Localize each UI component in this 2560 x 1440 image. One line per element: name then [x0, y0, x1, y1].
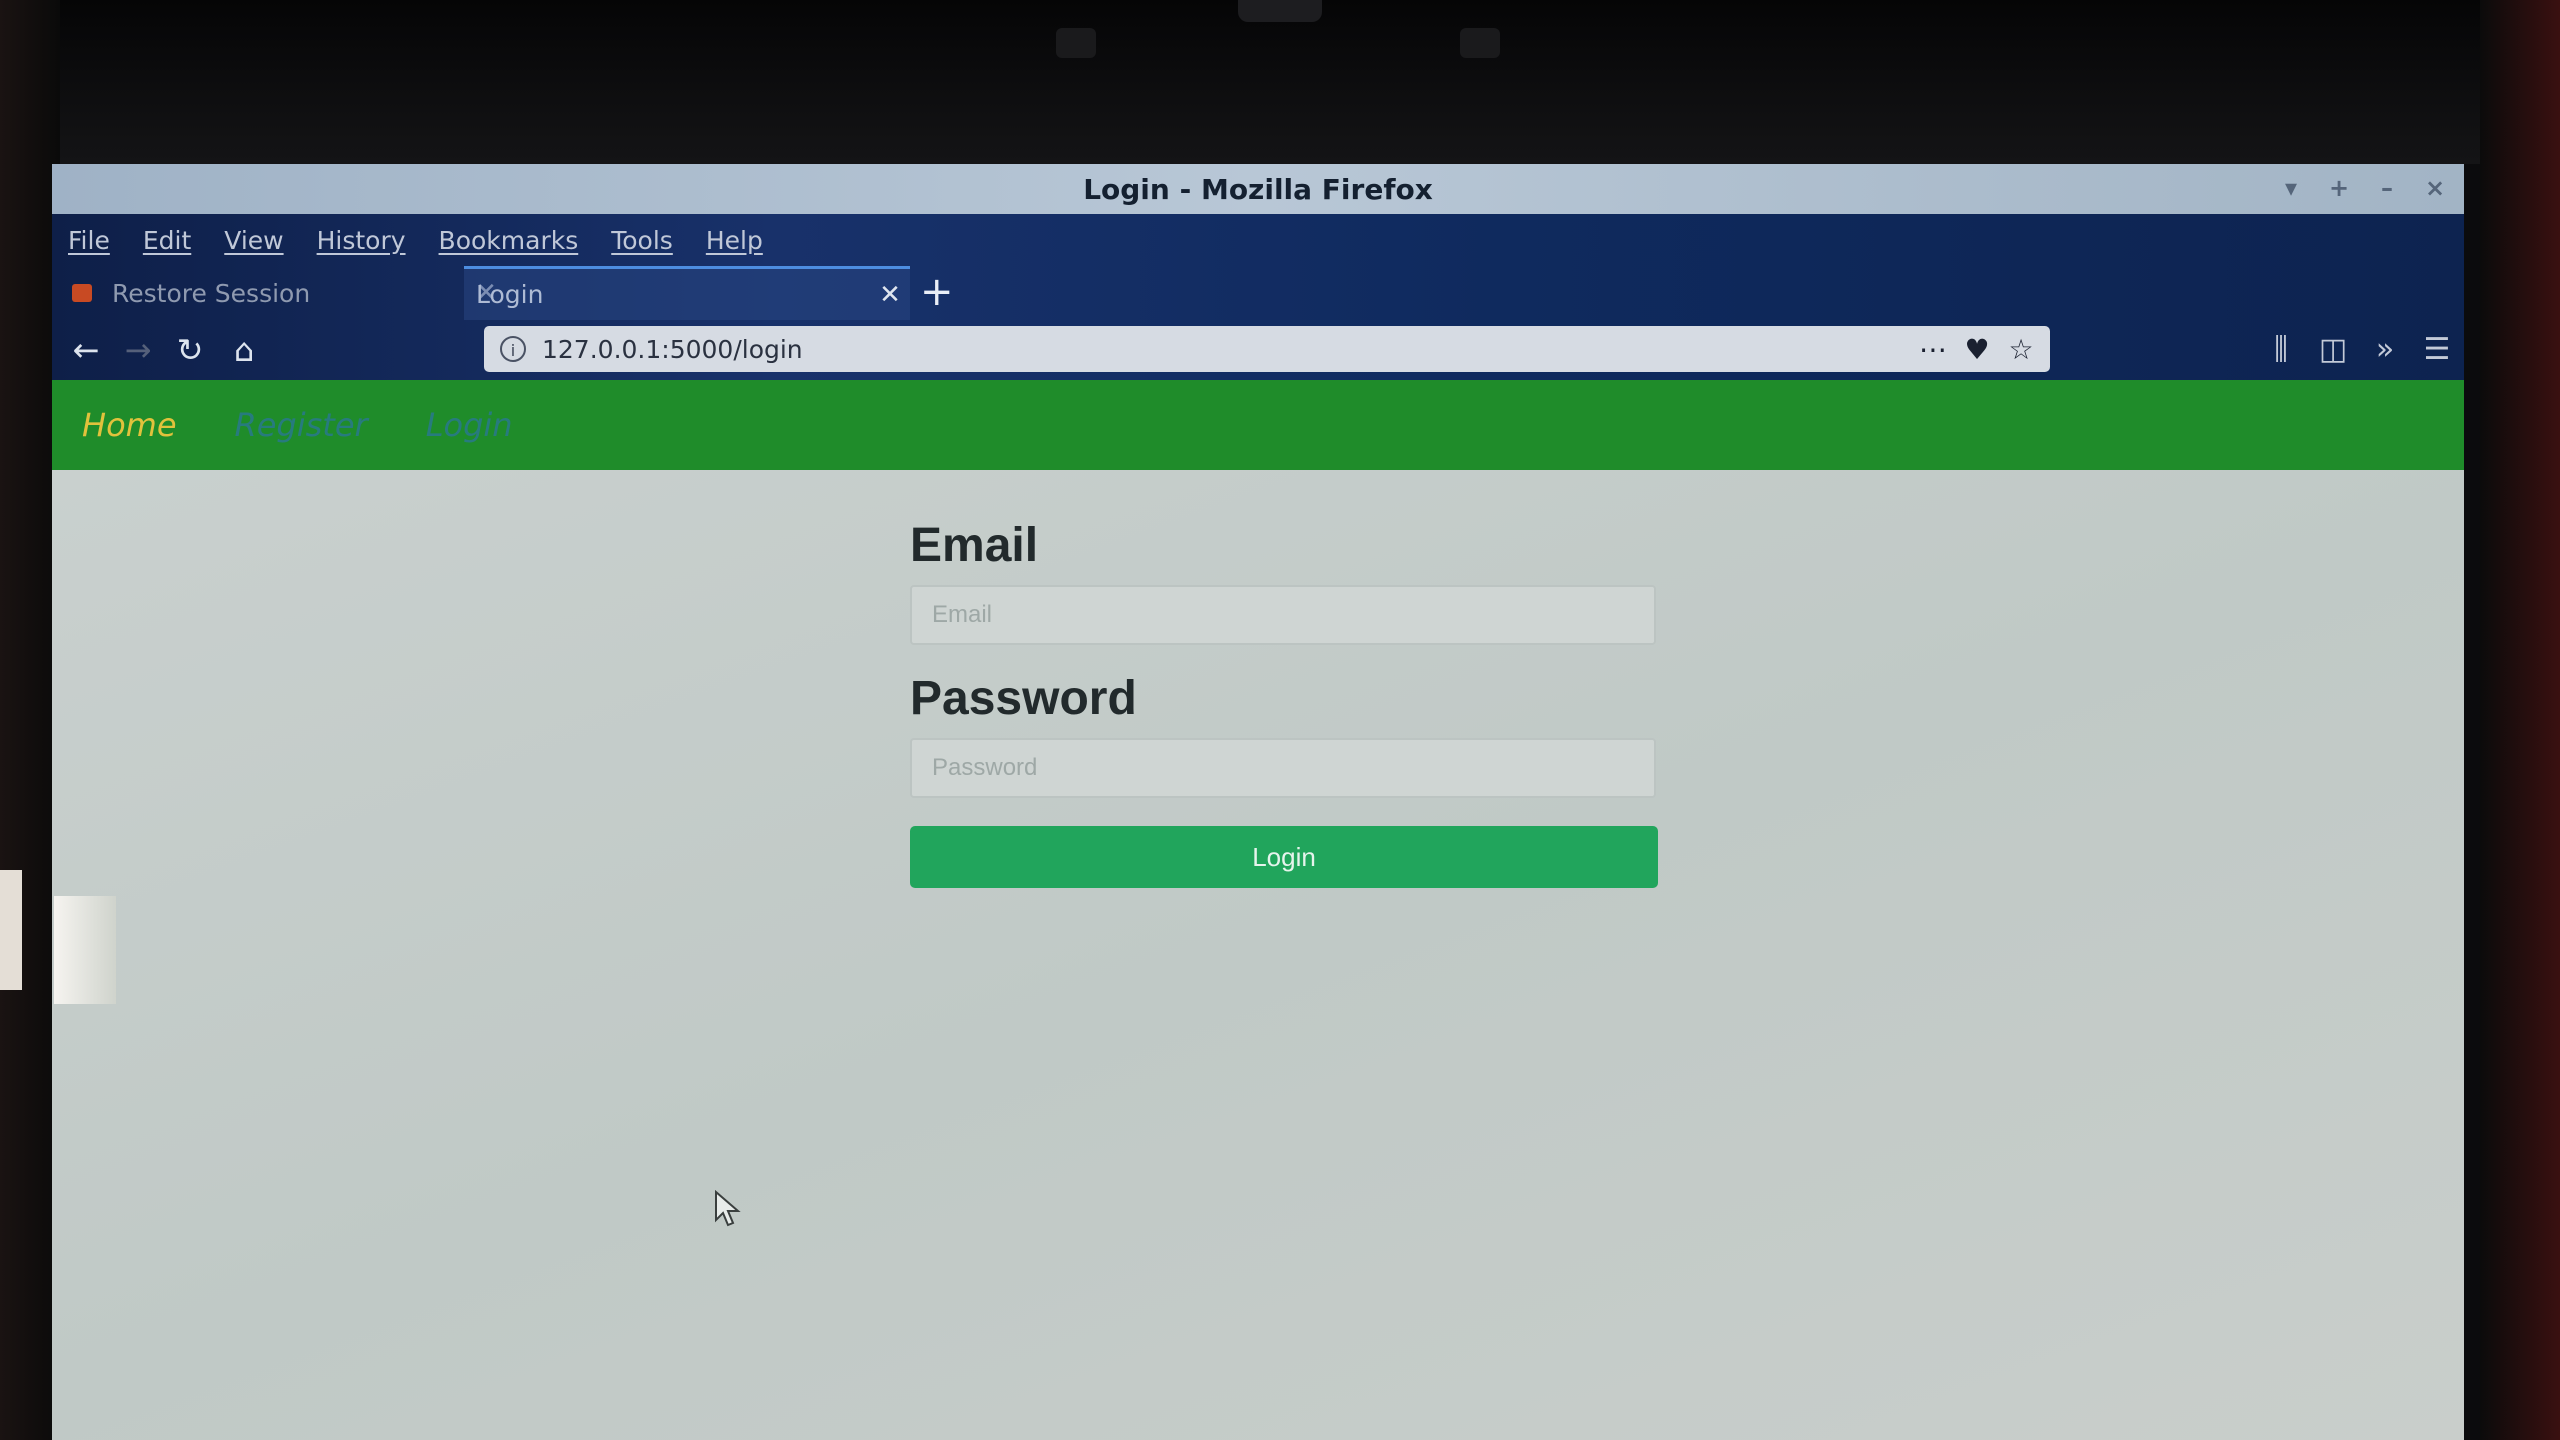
tab-label: Login	[476, 280, 544, 309]
reload-icon[interactable]: ↻	[168, 328, 212, 372]
pocket-icon[interactable]: ♥	[1962, 333, 1992, 366]
monitor-bezel-top	[0, 0, 2560, 164]
menu-bookmarks[interactable]: Bookmarks	[439, 226, 579, 255]
overflow-icon[interactable]: »	[2366, 328, 2404, 372]
password-field[interactable]	[910, 738, 1656, 798]
menu-tools[interactable]: Tools	[611, 226, 673, 255]
menu-help[interactable]: Help	[706, 226, 763, 255]
navigation-toolbar: ← → ↻ ⌂ i 127.0.0.1:5000/login ⋯ ♥ ☆ ⫼ ◫…	[52, 320, 2464, 380]
email-label: Email	[910, 519, 1039, 572]
toolbar-right: ⫼ ◫ » ☰	[2262, 328, 2456, 372]
site-info-icon[interactable]: i	[500, 336, 526, 362]
site-navbar: Home Register Login	[52, 380, 2464, 470]
window-title: Login - Mozilla Firefox	[1083, 172, 1433, 206]
bezel-bump	[1460, 28, 1500, 58]
maximize-button[interactable]: +	[2328, 174, 2350, 202]
title-bar: Login - Mozilla Firefox ▾ + – ×	[52, 164, 2464, 214]
nav-link-register[interactable]: Register	[235, 406, 368, 444]
window-menu-button[interactable]: ▾	[2280, 174, 2302, 202]
nav-link-home[interactable]: Home	[82, 406, 177, 444]
email-field[interactable]	[910, 585, 1656, 645]
monitor-bezel-right	[2480, 0, 2560, 1440]
hamburger-menu-icon[interactable]: ☰	[2418, 328, 2456, 372]
sidebar-icon[interactable]: ◫	[2314, 328, 2352, 372]
home-icon[interactable]: ⌂	[222, 328, 266, 372]
tab-restore-session[interactable]: Restore Session ✕	[66, 266, 506, 320]
menu-file[interactable]: File	[68, 226, 110, 255]
webcam	[1238, 0, 1322, 22]
bookmark-star-icon[interactable]: ☆	[2006, 333, 2036, 366]
reflection-glare	[54, 896, 116, 1004]
forward-arrow-icon[interactable]: →	[116, 328, 160, 372]
monitor-bezel-left	[0, 0, 60, 1440]
close-window-button[interactable]: ×	[2424, 174, 2446, 202]
url-text[interactable]: 127.0.0.1:5000/login	[542, 335, 1918, 364]
bezel-bump	[1056, 28, 1096, 58]
menu-edit[interactable]: Edit	[143, 226, 191, 255]
login-button[interactable]: Login	[910, 826, 1658, 888]
close-tab-icon[interactable]: ✕	[870, 280, 910, 310]
menu-history[interactable]: History	[317, 226, 406, 255]
nav-link-login[interactable]: Login	[426, 406, 513, 444]
browser-chrome: File Edit View History Bookmarks Tools H…	[52, 214, 2464, 380]
new-tab-icon[interactable]: +	[920, 270, 954, 314]
back-arrow-icon[interactable]: ←	[64, 328, 108, 372]
password-label: Password	[910, 672, 1137, 725]
reflection-glare	[0, 870, 22, 990]
tab-login[interactable]: Login ✕	[464, 266, 910, 320]
minimize-button[interactable]: –	[2376, 174, 2398, 202]
menu-view[interactable]: View	[224, 226, 283, 255]
url-actions: ⋯ ♥ ☆	[1918, 333, 2036, 366]
firefox-window: Login - Mozilla Firefox ▾ + – × File Edi…	[52, 164, 2464, 1440]
menu-bar: File Edit View History Bookmarks Tools H…	[68, 214, 796, 266]
restore-session-favicon-icon	[72, 284, 92, 302]
window-controls: ▾ + – ×	[2280, 174, 2446, 202]
tab-label: Restore Session	[112, 278, 311, 308]
login-form: Email Password Login	[910, 518, 1660, 888]
tab-strip: Restore Session ✕ Login ✕ +	[52, 266, 2464, 320]
url-bar[interactable]: i 127.0.0.1:5000/login ⋯ ♥ ☆	[484, 326, 2050, 372]
library-icon[interactable]: ⫼	[2262, 328, 2300, 372]
page-content: Email Password Login	[52, 470, 2464, 1440]
mouse-pointer-icon	[715, 1190, 741, 1227]
page-actions-icon[interactable]: ⋯	[1918, 333, 1948, 366]
